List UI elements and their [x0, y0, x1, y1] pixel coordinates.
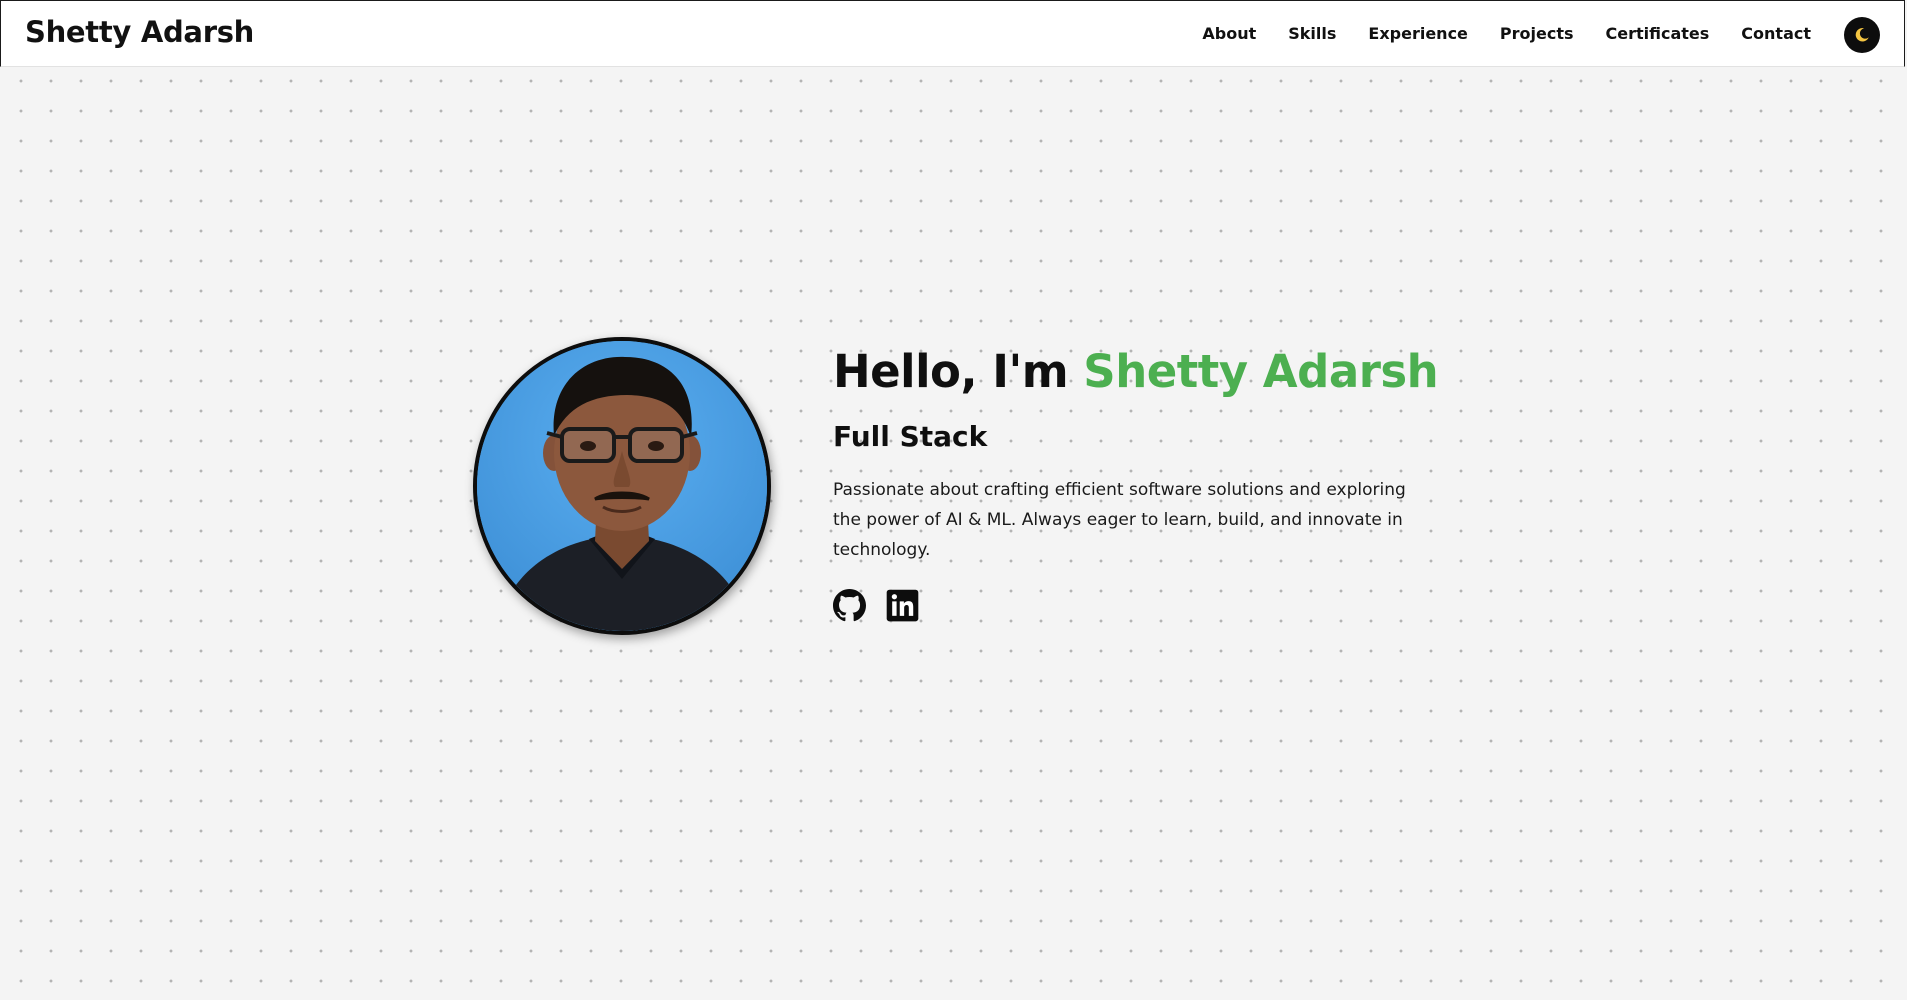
- profile-photo-illustration: [477, 341, 767, 631]
- social-links: [833, 589, 1453, 622]
- main-nav: About Skills Experience Projects Certifi…: [1202, 24, 1811, 43]
- linkedin-link[interactable]: [886, 589, 919, 622]
- nav-link-contact[interactable]: Contact: [1741, 24, 1811, 43]
- hero-text: Hello, I'm Shetty Adarsh Full Stack Pass…: [833, 337, 1453, 622]
- hero-name: Shetty Adarsh: [1083, 345, 1439, 398]
- profile-photo: [473, 337, 771, 635]
- hero-bio: Passionate about crafting efficient soft…: [833, 480, 1406, 560]
- brand-logo[interactable]: Shetty Adarsh: [25, 15, 254, 49]
- moon-icon: [1855, 28, 1869, 42]
- nav-link-about[interactable]: About: [1202, 24, 1256, 43]
- hero-role: Full Stack: [833, 420, 988, 453]
- hero-section: Hello, I'm Shetty Adarsh Full Stack Pass…: [473, 337, 1473, 639]
- hero-heading: Hello, I'm Shetty Adarsh: [833, 337, 1453, 407]
- linkedin-icon: [886, 589, 919, 622]
- top-navbar: Shetty Adarsh About Skills Experience Pr…: [0, 0, 1905, 67]
- nav-link-certificates[interactable]: Certificates: [1606, 24, 1710, 43]
- theme-toggle-button[interactable]: [1844, 17, 1880, 53]
- nav-link-experience[interactable]: Experience: [1368, 24, 1468, 43]
- greeting-prefix: Hello, I'm: [833, 345, 1084, 398]
- github-link[interactable]: [833, 589, 866, 622]
- github-icon: [833, 589, 866, 622]
- nav-link-skills[interactable]: Skills: [1288, 24, 1336, 43]
- nav-link-projects[interactable]: Projects: [1500, 24, 1574, 43]
